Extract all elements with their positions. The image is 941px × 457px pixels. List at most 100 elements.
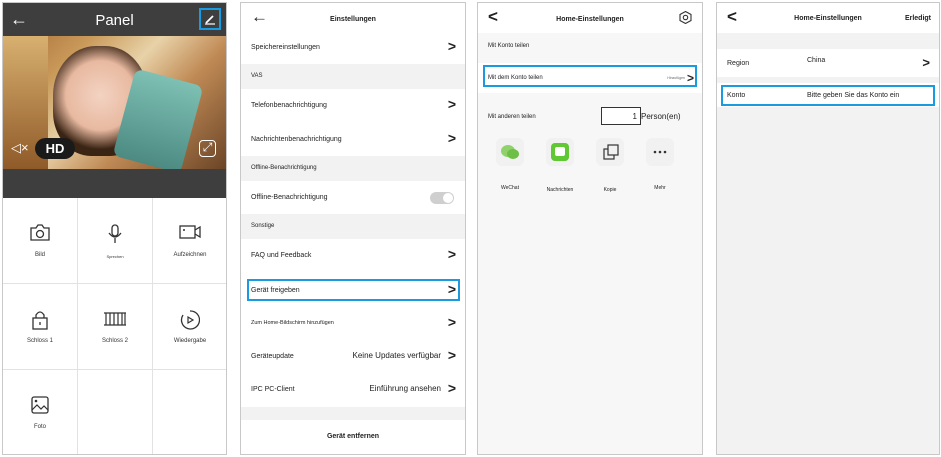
row-label: Zum Home-Bildschirm hinzufügen [251, 320, 334, 326]
settings-row-storage[interactable]: Speichereinstellungen > [241, 31, 465, 64]
grid-label: Aufzeichnen [173, 252, 207, 258]
wechat-icon [501, 145, 519, 159]
speaker-mute-icon[interactable]: ◁× [11, 140, 29, 158]
row-value: Keine Updates verfügbar [352, 351, 442, 360]
grid-label: Foto [33, 424, 46, 430]
remove-device-button[interactable]: Gerät entfernen [241, 420, 465, 454]
row-label: Offline-Benachrichtigung [251, 194, 328, 201]
share-screen: < Home-Einstellungen Mit Konto teilen Mi… [477, 2, 703, 455]
chevron-right-icon: > [447, 130, 456, 146]
panel-screen: ← Panel ◁× HD ⤢ Bild Sprechen Aufzeichne… [2, 2, 227, 455]
settings-screen: ← Einstellungen Speichereinstellungen > … [240, 2, 466, 455]
section-header-vas: VAS [241, 64, 465, 89]
settings-row-message-notification[interactable]: Nachrichtenbenachrichtigung > [241, 123, 465, 156]
spacer [717, 33, 939, 49]
share-account-highlight [483, 65, 697, 87]
row-value: Einführung ansehen [369, 384, 441, 393]
settings-icon[interactable] [679, 10, 692, 29]
chevron-right-icon: > [447, 38, 456, 54]
pencil-icon [205, 15, 215, 25]
share-header: < Home-Einstellungen [478, 3, 702, 33]
section-header-sonstige: Sonstige [241, 214, 465, 239]
row-label: Speichereinstellungen [251, 44, 320, 51]
grid-label: Bild [34, 252, 45, 258]
share-device-highlight [247, 279, 460, 301]
persons-label: Person(en) [641, 112, 681, 121]
persons-count-value: 1 [632, 112, 637, 121]
chevron-right-icon: > [447, 314, 456, 330]
section-label: VAS [251, 73, 263, 79]
app-label: Mehr [654, 185, 666, 191]
copy-button[interactable] [596, 138, 624, 166]
messages-button[interactable] [546, 138, 574, 166]
microphone-icon [108, 224, 122, 243]
grid-item-foto[interactable]: Foto [3, 370, 78, 454]
section-header-offline: Offline-Benachrichtigung [241, 156, 465, 181]
edit-button[interactable] [199, 8, 221, 30]
row-label: FAQ und Feedback [251, 252, 312, 259]
live-video-view[interactable]: ◁× HD ⤢ [3, 36, 226, 169]
grid-item-bild[interactable]: Bild [3, 198, 78, 284]
row-label: Mit anderen teilen [488, 114, 536, 120]
chevron-right-icon: > [447, 96, 456, 112]
chevron-right-icon: > [447, 347, 456, 363]
grid-item-aufzeichnen[interactable]: Aufzeichnen [153, 198, 226, 284]
lock-icon [32, 311, 48, 330]
grid-item-schloss-1[interactable]: Schloss 1 [3, 284, 78, 370]
gate-icon [104, 312, 126, 326]
more-icon [653, 150, 667, 154]
playback-icon [180, 310, 201, 330]
grid-label: Sprechen [106, 254, 124, 259]
account-highlight [721, 85, 935, 106]
page-title: Home-Einstellungen [556, 16, 624, 23]
video-control-bar [3, 169, 226, 198]
settings-row-faq[interactable]: FAQ und Feedback > [241, 239, 465, 272]
grid-label: Wiedergabe [173, 338, 207, 344]
app-label: WeChat [501, 185, 519, 191]
chevron-right-icon: > [447, 380, 456, 396]
offline-notification-toggle[interactable] [430, 192, 454, 204]
empty-area [717, 107, 939, 454]
settings-row-offline-notification: Offline-Benachrichtigung [241, 181, 465, 214]
row-label: Nachrichtenbenachrichtigung [251, 136, 342, 143]
grid-label: Schloss 2 [101, 338, 128, 344]
grid-item-wiedergabe[interactable]: Wiedergabe [153, 284, 226, 370]
page-title: Panel [95, 12, 134, 29]
grid-item-empty [78, 370, 153, 454]
grid-label: Schloss 1 [26, 338, 53, 344]
fullscreen-icon[interactable]: ⤢ [199, 140, 216, 157]
section-label: Offline-Benachrichtigung [251, 165, 317, 171]
section-label: Sonstige [251, 223, 275, 229]
camera-icon [30, 224, 50, 241]
settings-header: ← Einstellungen [241, 3, 465, 33]
grid-item-schloss-2[interactable]: Schloss 2 [78, 284, 153, 370]
chevron-right-icon: > [447, 246, 456, 262]
done-button[interactable]: Erledigt [905, 15, 931, 22]
persons-count-input[interactable]: 1 [601, 107, 641, 125]
messages-icon [551, 143, 569, 161]
share-with-others-panel: Mit anderen teilen 1 Person(en) [478, 99, 702, 249]
function-grid: Bild Sprechen Aufzeichnen Schloss 1 Schl… [3, 198, 226, 454]
photo-icon [31, 396, 49, 414]
grid-item-sprechen[interactable]: Sprechen [78, 198, 153, 284]
account-header: < Home-Einstellungen Erledigt [717, 3, 939, 33]
panel-header: ← Panel [3, 3, 226, 36]
row-label: Geräteupdate [251, 353, 294, 360]
wechat-button[interactable] [496, 138, 524, 166]
settings-row-phone-notification[interactable]: Telefonbenachrichtigung > [241, 89, 465, 122]
app-label: Nachrichten [546, 187, 574, 193]
page-title: Einstellungen [330, 16, 376, 23]
settings-row-device-update[interactable]: Geräteupdate Keine Updates verfügbar > [241, 340, 465, 373]
region-label: Region [727, 60, 750, 67]
region-row[interactable]: Region China > [717, 49, 939, 77]
copy-icon [603, 144, 619, 160]
record-video-icon [179, 225, 201, 239]
settings-row-ipc-client[interactable]: IPC PC-Client Einführung ansehen > [241, 373, 465, 406]
section-label: Mit Konto teilen [488, 43, 530, 49]
region-value: China [807, 57, 826, 64]
settings-row-add-home-screen[interactable]: Zum Home-Bildschirm hinzufügen > [241, 307, 465, 340]
more-button[interactable] [646, 138, 674, 166]
grid-item-empty [153, 370, 226, 454]
hd-quality-button[interactable]: HD [35, 138, 75, 159]
row-label: IPC PC-Client [251, 386, 295, 393]
